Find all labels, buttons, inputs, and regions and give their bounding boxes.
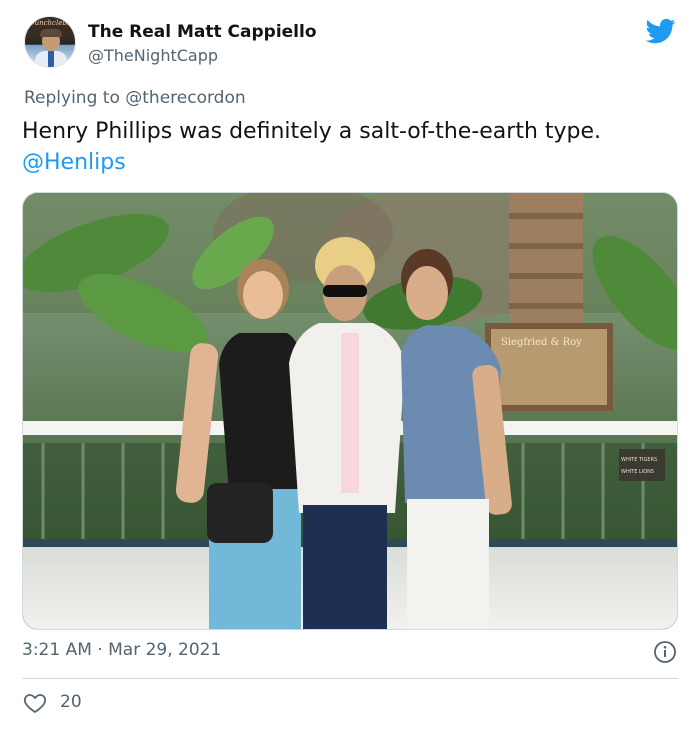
tweet-photo[interactable]: Siegfried & Roy WHITE TIGERS WHITE LIONS [22, 192, 678, 630]
like-count: 20 [60, 692, 82, 712]
avatar-hat [40, 29, 62, 37]
tweet-text: Henry Phillips was definitely a salt-of-… [22, 119, 602, 144]
photo-illustration: Siegfried & Roy WHITE TIGERS WHITE LIONS [23, 193, 677, 629]
replying-to-mention[interactable]: @therecordon [125, 88, 245, 108]
sign-line-1: WHITE TIGERS [621, 457, 657, 463]
author-display-name[interactable]: The Real Matt Cappiello [88, 22, 317, 42]
heart-icon[interactable] [22, 691, 48, 715]
tweet-mention-link[interactable]: @Henlips [22, 147, 672, 178]
plaque-text: Siegfried & Roy [501, 337, 582, 348]
author-handle[interactable]: @TheNightCapp [88, 46, 218, 65]
info-icon[interactable] [653, 640, 677, 664]
replying-to-label: Replying to [24, 88, 120, 108]
timestamp-separator: · [91, 640, 109, 660]
tweet-card: Dunchcleba The Real Matt Cappiello @TheN… [0, 0, 700, 732]
tweet-body: Henry Phillips was definitely a salt-of-… [22, 116, 672, 178]
replying-to-line: Replying to @therecordon [24, 88, 246, 108]
avatar-tie [48, 51, 54, 67]
twitter-bird-icon[interactable] [645, 16, 677, 46]
tweet-time: 3:21 AM [22, 640, 92, 660]
tweet-timestamp[interactable]: 3:21 AM · Mar 29, 2021 [22, 640, 221, 660]
sign-line-2: WHITE LIONS [621, 469, 654, 475]
tweet-date: Mar 29, 2021 [108, 640, 222, 660]
avatar-banner-text: Dunchcleba [28, 19, 71, 27]
divider [22, 678, 678, 679]
author-avatar[interactable]: Dunchcleba [24, 16, 76, 68]
